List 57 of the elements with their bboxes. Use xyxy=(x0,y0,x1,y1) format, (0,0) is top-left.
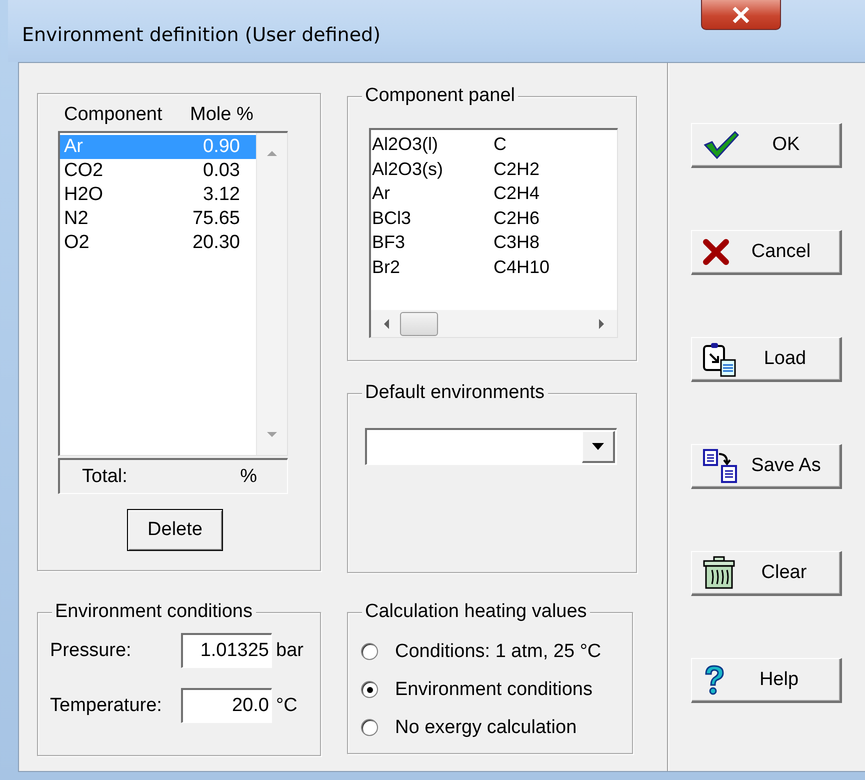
component-item[interactable]: C3H8 xyxy=(494,230,615,254)
component-item[interactable]: Al2O3(s) xyxy=(372,156,494,181)
component-item[interactable]: BF3 xyxy=(372,230,494,254)
delete-button[interactable]: Delete xyxy=(127,509,223,551)
total-unit: % xyxy=(240,466,257,488)
list-row[interactable]: CO2 0.03 xyxy=(60,159,256,183)
radio-button[interactable] xyxy=(361,681,378,698)
scroll-right-icon[interactable] xyxy=(598,318,605,330)
scroll-left-icon[interactable] xyxy=(383,318,390,330)
field-label: Temperature: xyxy=(50,694,163,716)
clear-button[interactable]: Clear xyxy=(691,551,842,596)
list-row[interactable]: N2 75.65 xyxy=(60,207,256,231)
input-field[interactable]: 20.0 xyxy=(181,688,272,723)
component-item[interactable]: C xyxy=(494,132,615,156)
component-item[interactable]: C2H6 xyxy=(494,206,615,230)
save-button[interactable]: Save As xyxy=(691,444,842,489)
column-header: Component xyxy=(64,104,164,126)
window-title: Environment definition (User defined) xyxy=(22,24,381,46)
environment-dropdown[interactable] xyxy=(365,428,617,465)
component-item[interactable]: BCl3 xyxy=(372,206,494,230)
ok-button[interactable]: OK xyxy=(691,123,842,168)
dropdown-icon[interactable] xyxy=(592,443,604,450)
unit-label: °C xyxy=(276,694,298,716)
trash-icon xyxy=(702,556,736,590)
checkmark-icon xyxy=(702,130,740,160)
horizontal-scrollbar[interactable] xyxy=(371,310,617,337)
close-button[interactable] xyxy=(701,0,781,30)
unit-label: bar xyxy=(276,640,304,662)
cancel-button[interactable]: Cancel xyxy=(691,230,842,275)
component-item[interactable]: Al2O3(l) xyxy=(372,132,494,156)
component-item[interactable]: C2H2 xyxy=(494,156,615,181)
scroll-thumb[interactable] xyxy=(400,312,438,336)
radio-label[interactable]: No exergy calculation xyxy=(395,716,577,738)
x-icon xyxy=(702,238,730,266)
component-list[interactable]: Ar 0.90 CO2 0.03 H2O 3.12 N2 75.65 O2 20.30 xyxy=(58,131,288,456)
radio-label[interactable]: Environment conditions xyxy=(395,678,592,700)
documents-icon xyxy=(702,448,740,484)
clipboard-icon xyxy=(702,341,738,377)
component-item[interactable]: Br2 xyxy=(372,254,494,279)
list-row[interactable]: O2 20.30 xyxy=(60,231,256,255)
radio-button[interactable] xyxy=(361,643,378,660)
component-grid[interactable]: Al2O3(l) Al2O3(s) Ar BCl3 BF3 Br2 C C2H2 C2H4 C2H6 C3H8 C4H10 xyxy=(369,128,618,338)
help-button[interactable]: Help xyxy=(691,658,842,703)
component-item[interactable]: C4H10 xyxy=(494,254,615,279)
close-icon xyxy=(730,6,752,22)
component-item[interactable]: Ar xyxy=(372,181,494,206)
radio-button[interactable] xyxy=(361,719,378,736)
field-label: Pressure: xyxy=(50,640,132,662)
list-row[interactable]: H2O 3.12 xyxy=(60,183,256,207)
radio-label[interactable]: Conditions: 1 atm, 25 °C xyxy=(395,640,602,662)
component-item[interactable]: C2H4 xyxy=(494,181,615,206)
column-header: Mole % xyxy=(190,104,254,126)
load-button[interactable]: Load xyxy=(691,337,842,382)
total-label: Total: xyxy=(82,466,128,488)
group-title: Component panel xyxy=(362,85,518,107)
group-title: Calculation heating values xyxy=(362,601,590,623)
input-field[interactable]: 1.01325 xyxy=(181,633,272,668)
